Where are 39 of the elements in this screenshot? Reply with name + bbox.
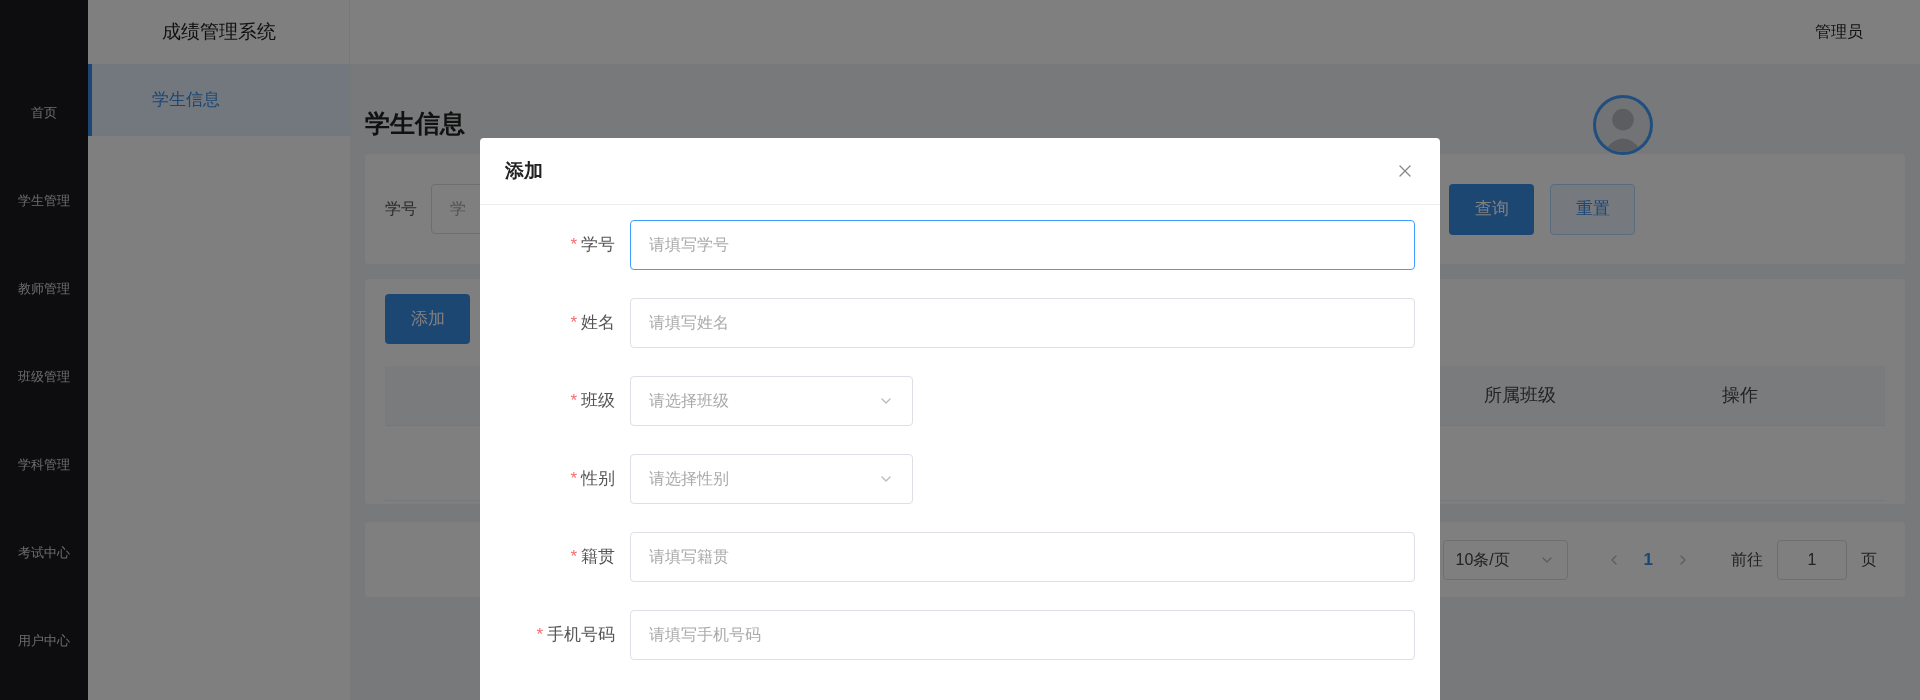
page-size-select[interactable]: 10条/页 [1442, 539, 1568, 580]
submenu-item[interactable]: 学生信息 [88, 64, 350, 136]
dialog-title: 添加 [505, 158, 543, 183]
user-name[interactable]: 管理员 [1815, 20, 1863, 44]
goto-suffix: 页 [1861, 549, 1877, 570]
field-label: 籍贯 [581, 546, 615, 569]
reset-button[interactable]: 重置 [1550, 183, 1635, 235]
app-title: 成绩管理系统 [161, 19, 276, 44]
sidebar-item[interactable]: 学生管理 [18, 183, 70, 219]
required-mark: * [536, 624, 543, 647]
search-button[interactable]: 查询 [1449, 183, 1534, 235]
goto-field[interactable]: 1 [1777, 539, 1847, 580]
add-button[interactable]: 添加 [385, 294, 470, 344]
required-mark: * [570, 234, 577, 257]
field-label: 班级 [581, 390, 615, 413]
required-mark: * [570, 390, 577, 413]
goto-label: 前往 [1731, 549, 1763, 570]
select-field[interactable]: 请选择班级 [630, 376, 913, 426]
page-number[interactable]: 1 [1635, 546, 1661, 573]
field-label: 姓名 [581, 312, 615, 335]
sidebar-item[interactable]: 教师管理 [18, 271, 70, 307]
sidebar-item[interactable]: 学科管理 [18, 447, 70, 483]
column-header: 操作 [1721, 384, 1759, 407]
field-label: 学号 [581, 234, 615, 257]
required-mark: * [570, 468, 577, 491]
required-mark: * [570, 546, 577, 569]
sidebar-item[interactable]: 首页 [31, 95, 57, 131]
page-title: 学生信息 [365, 107, 465, 139]
required-mark: * [570, 312, 577, 335]
field-label: 手机号码 [547, 624, 615, 647]
sidebar-item[interactable]: 考试中心 [18, 535, 70, 571]
text-field[interactable]: 请填写学号 [630, 220, 1415, 270]
avatar[interactable] [1593, 95, 1653, 155]
sidebar-item[interactable]: 用户中心 [18, 623, 70, 659]
search-label: 学号 [385, 199, 417, 219]
sidebar-item[interactable]: 班级管理 [18, 359, 70, 395]
field-label: 性别 [581, 468, 615, 491]
column-header: 所属班级 [1483, 384, 1557, 407]
select-field[interactable]: 请选择性别 [630, 454, 913, 504]
